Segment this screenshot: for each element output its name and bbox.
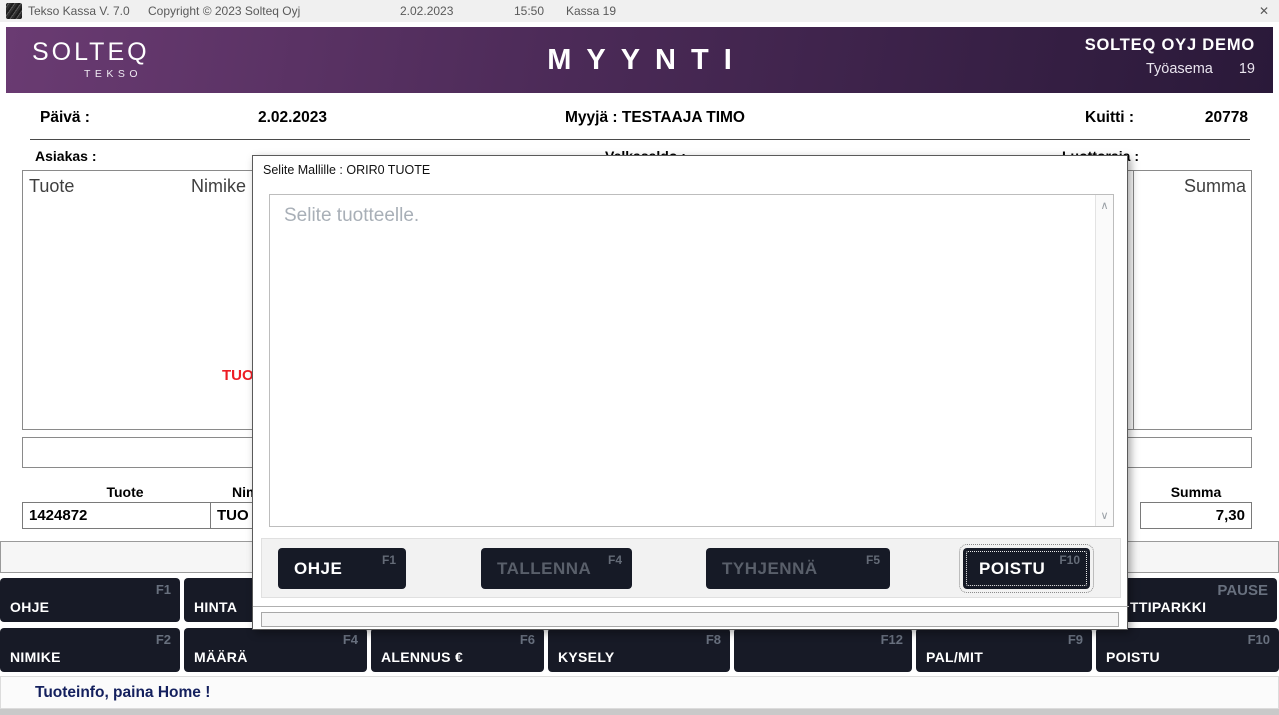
fkey-nimike-hint: F2 — [156, 632, 171, 647]
column-header-summa: Summa — [1141, 176, 1246, 197]
fkey-palmit-hint: F9 — [1068, 632, 1083, 647]
dialog-ohje-hint: F1 — [382, 553, 396, 567]
fkey-ohje-label: OHJE — [10, 599, 49, 615]
dialog-tyhjenna-label: TYHJENNÄ — [722, 548, 818, 589]
status-message: Tuoteinfo, paina Home ! — [35, 684, 210, 702]
fkey-alennus-hint: F6 — [520, 632, 535, 647]
titlebar-time: 15:50 — [514, 4, 544, 18]
status-bar: Tuoteinfo, paina Home ! — [0, 676, 1279, 709]
selite-textarea[interactable] — [270, 195, 1095, 526]
tuote-input[interactable] — [22, 502, 228, 529]
dialog-poistu-button[interactable]: POISTU F10 — [963, 548, 1090, 589]
textarea-scrollbar[interactable]: ∧ ∨ — [1095, 195, 1113, 526]
dialog-ohje-label: OHJE — [294, 548, 342, 589]
fkey-kysely[interactable]: KYSELY F8 — [548, 628, 730, 672]
fkey-ohje[interactable]: OHJE F1 — [0, 578, 180, 622]
company-name: SOLTEQ OYJ DEMO — [1085, 36, 1255, 55]
column-header-tuote: Tuote — [29, 176, 74, 197]
dialog-poistu-hint: F10 — [1059, 553, 1080, 567]
page-title: MYYNTI — [6, 44, 1273, 77]
dialog-tyhjenna-button[interactable]: TYHJENNÄ F5 — [706, 548, 890, 589]
fkey-f12-hint: F12 — [881, 632, 903, 647]
dialog-separator — [253, 606, 1129, 607]
window-title: Tekso Kassa V. 7.0 — [28, 4, 130, 18]
fkey-palmit-label: PAL/MIT — [926, 649, 983, 665]
titlebar-date: 2.02.2023 — [400, 4, 453, 18]
dialog-bottom-strip — [261, 612, 1119, 627]
fkey-poistu-hint: F10 — [1248, 632, 1270, 647]
fkey-f12[interactable]: F12 — [734, 628, 912, 672]
copyright-text: Copyright © 2023 Solteq Oyj — [148, 4, 300, 18]
scroll-down-icon[interactable]: ∨ — [1096, 509, 1113, 522]
date-label: Päivä : — [40, 109, 90, 127]
dialog-tyhjenna-hint: F5 — [866, 553, 880, 567]
fkey-palmit[interactable]: PAL/MIT F9 — [916, 628, 1092, 672]
bottom-band — [0, 709, 1279, 715]
grid-column-divider — [1133, 170, 1134, 430]
selite-dialog: Selite Mallille : ORIR0 TUOTE ∧ ∨ OHJE F… — [252, 155, 1128, 630]
dialog-tallenna-label: TALLENNA — [497, 548, 591, 589]
fkey-alennus-label: ALENNUS € — [381, 649, 463, 665]
fkey-maara[interactable]: MÄÄRÄ F4 — [184, 628, 367, 672]
fkey-poistu-label: POISTU — [1106, 649, 1160, 665]
tuote-field-label: Tuote — [22, 484, 228, 500]
dialog-title: Selite Mallille : ORIR0 TUOTE — [263, 163, 430, 177]
fkey-nimike[interactable]: NIMIKE F2 — [0, 628, 180, 672]
fkey-poistu[interactable]: POISTU F10 — [1096, 628, 1279, 672]
fkey-alennus[interactable]: ALENNUS € F6 — [371, 628, 544, 672]
fkey-nimike-label: NIMIKE — [10, 649, 61, 665]
summa-input[interactable] — [1140, 502, 1252, 529]
product-alert-message: TUO — [222, 367, 254, 384]
fkey-hinta-label: HINTA — [194, 599, 237, 615]
header-band: SOLTEQ TEKSO MYYNTI SOLTEQ OYJ DEMO Työa… — [6, 27, 1273, 93]
close-icon[interactable]: ✕ — [1259, 4, 1269, 18]
workstation-label: Työasema — [1146, 61, 1213, 77]
column-header-nimike: Nimike — [191, 176, 246, 197]
dialog-poistu-label: POISTU — [979, 548, 1045, 589]
titlebar-register: Kassa 19 — [566, 4, 616, 18]
dialog-tallenna-hint: F4 — [608, 553, 622, 567]
os-titlebar: Tekso Kassa V. 7.0 Copyright © 2023 Solt… — [0, 0, 1279, 22]
fkey-maara-label: MÄÄRÄ — [194, 649, 248, 665]
fkey-kysely-hint: F8 — [706, 632, 721, 647]
summa-field-label: Summa — [1140, 484, 1252, 500]
fkey-kuittiparkki-hint: PAUSE — [1217, 582, 1268, 599]
workstation-info: Työasema 19 — [1146, 61, 1255, 77]
dialog-ohje-button[interactable]: OHJE F1 — [278, 548, 406, 589]
fkey-maara-hint: F4 — [343, 632, 358, 647]
receipt-label: Kuitti : — [1085, 109, 1134, 127]
divider — [30, 139, 1250, 140]
seller-info: Myyjä : TESTAAJA TIMO — [565, 109, 745, 127]
customer-label: Asiakas : — [35, 148, 96, 164]
fkey-ohje-hint: F1 — [156, 582, 171, 597]
fkey-kysely-label: KYSELY — [558, 649, 615, 665]
receipt-value: 20778 — [1160, 109, 1248, 127]
date-value: 2.02.2023 — [258, 109, 327, 127]
workstation-value: 19 — [1239, 61, 1255, 77]
dialog-tallenna-button[interactable]: TALLENNA F4 — [481, 548, 632, 589]
fkey-kuittiparkki-label: TTIPARKKI — [1130, 599, 1206, 615]
scroll-up-icon[interactable]: ∧ — [1096, 199, 1113, 212]
app-icon — [6, 3, 22, 19]
pos-window: Tekso Kassa V. 7.0 Copyright © 2023 Solt… — [0, 0, 1279, 715]
selite-textarea-frame: ∧ ∨ — [269, 194, 1114, 527]
